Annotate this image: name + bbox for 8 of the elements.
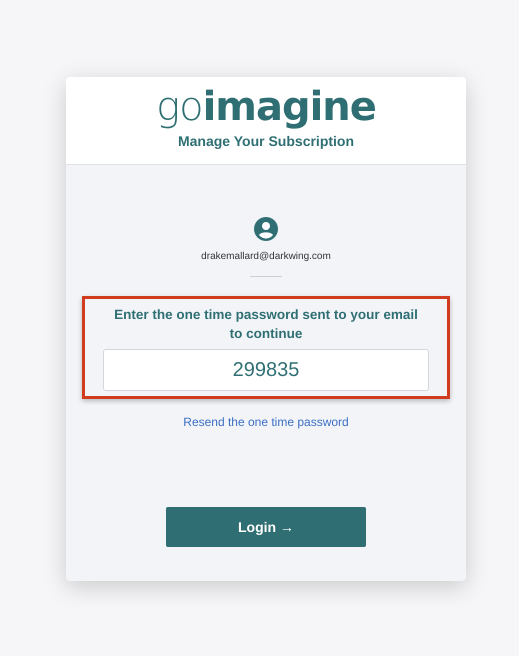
account-email: drakemallard@darkwing.com (201, 251, 331, 262)
page-title: Manage Your Subscription (178, 133, 354, 149)
login-button[interactable]: Login → (166, 507, 366, 547)
resend-link[interactable]: Resend the one time password (183, 415, 349, 429)
logo: goimagine (156, 87, 376, 127)
otp-input-field[interactable]: 299835 (103, 349, 429, 391)
user-avatar-icon (254, 217, 278, 241)
otp-prompt: Enter the one time password sent to your email to continue (113, 306, 419, 343)
